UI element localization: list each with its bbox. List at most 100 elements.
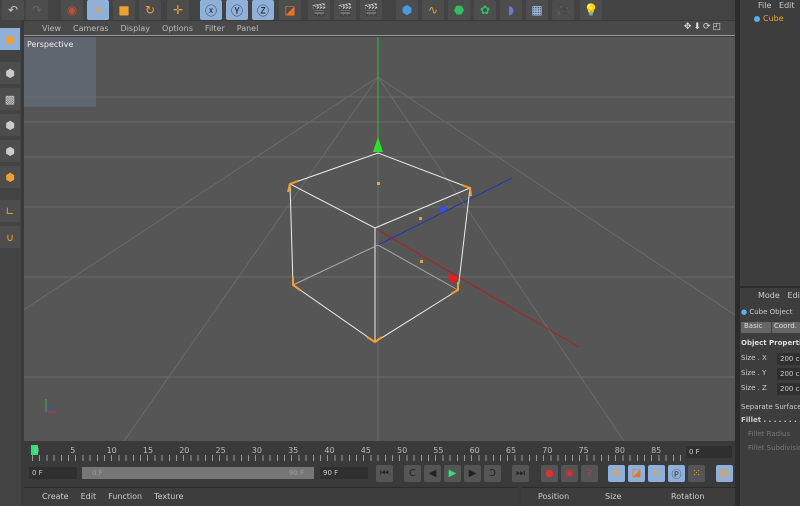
- range-slider[interactable]: 0 F 90 F: [82, 467, 314, 479]
- timeline-tick-label: 55: [433, 446, 444, 455]
- next-frame-button[interactable]: ▶: [464, 465, 481, 482]
- make-editable-button[interactable]: ●: [0, 28, 20, 50]
- key-rotation-button[interactable]: ↻: [648, 465, 665, 482]
- add-spline-button[interactable]: ∿: [422, 0, 444, 20]
- scale-tool-button[interactable]: ■: [113, 0, 135, 20]
- viewport[interactable]: Perspective: [24, 37, 735, 441]
- panel-divider[interactable]: [735, 0, 738, 506]
- z-axis-lock-button[interactable]: Ⓩ: [252, 0, 274, 20]
- om-menu-file[interactable]: File: [758, 1, 771, 10]
- texture-mode-button[interactable]: ▩: [0, 88, 20, 110]
- pan-icon[interactable]: ✥: [684, 22, 694, 32]
- edges-mode-button[interactable]: ⬢: [0, 140, 20, 162]
- rotate-tool-button[interactable]: ↻: [139, 0, 161, 20]
- size-z-label: Size . Z: [741, 384, 767, 392]
- live-select-button[interactable]: ✛: [167, 0, 189, 20]
- nurbs-icon: ⬣: [453, 3, 465, 17]
- snap-button[interactable]: ∪: [0, 226, 20, 248]
- mat-menu-texture[interactable]: Texture: [154, 492, 183, 501]
- attr-menu-mode[interactable]: Mode: [758, 291, 780, 300]
- render-picture-viewer-button[interactable]: 🎬: [334, 0, 356, 20]
- menu-view[interactable]: View: [42, 24, 61, 33]
- autokey-button[interactable]: ◉: [561, 465, 578, 482]
- y-axis-lock-button[interactable]: Ⓨ: [226, 0, 248, 20]
- tab-coord[interactable]: Coord.: [772, 322, 800, 333]
- rotate-icon: ↻: [144, 3, 156, 17]
- attr-menu-edit[interactable]: Edit: [787, 291, 800, 300]
- material-manager: Create Edit Function Texture: [24, 487, 518, 506]
- cube-size-handle: [420, 260, 423, 263]
- z-icon: Ⓩ: [256, 3, 269, 18]
- add-cube-button[interactable]: ⬢: [396, 0, 418, 20]
- render-view-button[interactable]: 🎬: [308, 0, 330, 20]
- redo-icon: ↷: [31, 3, 43, 17]
- camera-icon: 🎥: [555, 3, 571, 17]
- menu-display[interactable]: Display: [121, 24, 151, 33]
- menu-filter[interactable]: Filter: [205, 24, 225, 33]
- add-deformer-button[interactable]: ◗: [500, 0, 522, 20]
- size-x-field[interactable]: 200 cm: [777, 353, 800, 365]
- add-camera-button[interactable]: 🎥: [552, 0, 574, 20]
- next-key-button[interactable]: Ɔ: [484, 465, 501, 482]
- coordinate-system-button[interactable]: ◪: [279, 0, 301, 20]
- object-name[interactable]: Cube: [763, 14, 784, 23]
- key-scale-button[interactable]: ◪: [628, 465, 645, 482]
- object-item-cube[interactable]: Cube: [754, 14, 784, 23]
- undo-button[interactable]: ↶: [2, 0, 24, 20]
- attributes-manager: Mode Edit: [738, 286, 800, 506]
- size-y-field[interactable]: 200 cm: [777, 368, 800, 380]
- x-axis-lock-button[interactable]: ⓧ: [200, 0, 222, 20]
- start-frame-field[interactable]: 0 F: [29, 467, 77, 479]
- points-mode-button[interactable]: ⬢: [0, 114, 20, 136]
- previous-frame-button[interactable]: ◀: [424, 465, 441, 482]
- attr-title: ● Cube Object: [741, 308, 792, 316]
- add-light-button[interactable]: 💡: [580, 0, 602, 20]
- previous-key-button[interactable]: C: [404, 465, 421, 482]
- go-to-end-button[interactable]: ⏭: [512, 465, 529, 482]
- maximize-icon[interactable]: ◰: [712, 22, 723, 32]
- size-x-label: Size . X: [741, 354, 767, 362]
- render-settings-button[interactable]: 🎬: [360, 0, 382, 20]
- go-to-start-button[interactable]: ⏮: [376, 465, 393, 482]
- redo-button[interactable]: ↷: [26, 0, 48, 20]
- key-position-button[interactable]: ✛: [608, 465, 625, 482]
- select-tool-button[interactable]: ◉: [61, 0, 83, 20]
- key-parameter-button[interactable]: Ⓟ: [668, 465, 685, 482]
- menu-options[interactable]: Options: [162, 24, 193, 33]
- mat-menu-function[interactable]: Function: [108, 492, 142, 501]
- mat-menu-create[interactable]: Create: [42, 492, 69, 501]
- add-floor-button[interactable]: ▦: [526, 0, 548, 20]
- object-manager: File Edit Cube: [738, 0, 800, 286]
- menu-cameras[interactable]: Cameras: [73, 24, 109, 33]
- play-button[interactable]: ▶: [444, 465, 461, 482]
- keyframe-selection-button[interactable]: ?: [581, 465, 598, 482]
- menu-panel[interactable]: Panel: [237, 24, 259, 33]
- add-nurbs-button[interactable]: ⬣: [448, 0, 470, 20]
- timeline-window-button[interactable]: ▤: [716, 465, 733, 482]
- timeline-ruler[interactable]: [24, 443, 735, 463]
- key-point-level-button[interactable]: ⁙: [688, 465, 705, 482]
- polygons-mode-button[interactable]: ⬢: [0, 166, 20, 188]
- zoom-icon[interactable]: ⬇: [693, 22, 703, 32]
- points-icon: ⬢: [5, 118, 15, 132]
- axis-mode-button[interactable]: ∟: [0, 200, 20, 222]
- mat-menu-edit[interactable]: Edit: [81, 492, 97, 501]
- rotate-icon: ↻: [652, 468, 661, 479]
- key-icon: ●: [545, 468, 554, 479]
- cube-bounding-corners: [287, 180, 472, 344]
- move-tool-button[interactable]: ✛: [87, 0, 109, 20]
- separate-surfaces-checkbox[interactable]: Separate Surfaces: [741, 403, 800, 411]
- size-z-field[interactable]: 200 cm: [777, 383, 800, 395]
- cube-size-handle: [419, 217, 422, 220]
- model-mode-button[interactable]: ⬢: [0, 62, 20, 84]
- om-menu-edit[interactable]: Edit: [779, 1, 795, 10]
- coordinates-manager: Position Size Rotation: [521, 487, 735, 506]
- end-frame-field[interactable]: 90 F: [320, 467, 368, 479]
- tab-basic[interactable]: Basic: [741, 322, 771, 333]
- add-array-button[interactable]: ✿: [474, 0, 496, 20]
- record-button[interactable]: ●: [541, 465, 558, 482]
- current-frame-field[interactable]: 0 F: [686, 446, 732, 458]
- cube-size-handle: [377, 182, 380, 185]
- timeline-tick-label: 50: [397, 446, 408, 455]
- fillet-checkbox[interactable]: Fillet . . . . . . . .: [741, 416, 800, 424]
